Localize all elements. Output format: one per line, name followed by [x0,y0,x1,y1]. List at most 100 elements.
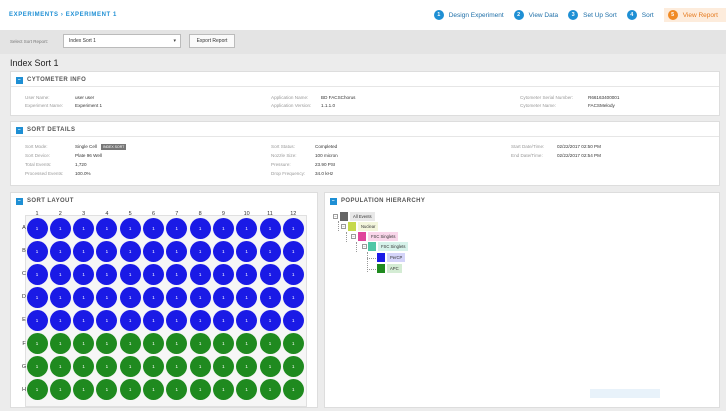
step-sort[interactable]: 4 Sort [626,8,662,22]
well-B2[interactable]: 1 [49,240,71,262]
tree-collapse-toggle[interactable]: − [362,244,367,249]
well-G1[interactable]: 1 [26,356,48,378]
well-H9[interactable]: 1 [212,379,234,401]
well-H12[interactable]: 1 [282,379,304,401]
well-B6[interactable]: 1 [143,240,164,262]
well-F8[interactable]: 1 [189,333,211,354]
well-B12[interactable]: 1 [282,240,304,262]
step-design-experiment[interactable]: 1 Design Experiment [433,8,512,22]
tree-node-all-events[interactable]: All Events [340,212,375,221]
well-A7[interactable]: 1 [166,217,188,239]
well-G2[interactable]: 1 [49,356,71,378]
collapse-icon[interactable]: − [16,197,23,205]
well-D5[interactable]: 1 [119,286,141,308]
well-A9[interactable]: 1 [212,217,234,239]
tree-node-nuclear[interactable]: Nuclear [348,222,379,231]
well-E5[interactable]: 1 [119,309,141,331]
well-G6[interactable]: 1 [143,356,164,378]
well-A5[interactable]: 1 [119,217,141,239]
tree-node-percp[interactable]: PerCP [377,253,406,262]
tree-collapse-toggle[interactable]: − [351,234,356,239]
sort-details-header[interactable]: − SORT DETAILS [16,125,75,135]
well-B10[interactable]: 1 [236,240,258,262]
well-A8[interactable]: 1 [189,217,211,239]
well-F2[interactable]: 1 [49,333,71,354]
well-D1[interactable]: 1 [26,286,48,308]
well-D7[interactable]: 1 [166,286,188,308]
tree-node-fsc-singlets-2[interactable]: FSC Singlets [368,242,409,251]
well-C4[interactable]: 1 [96,263,118,285]
well-D6[interactable]: 1 [143,286,164,308]
well-C1[interactable]: 1 [26,263,48,285]
collapse-icon[interactable]: − [16,76,23,84]
well-B5[interactable]: 1 [119,240,141,262]
step-set-up-sort[interactable]: 3 Set Up Sort [568,8,625,22]
well-C9[interactable]: 1 [212,263,234,285]
export-report-button[interactable]: Export Report [189,34,235,48]
well-G8[interactable]: 1 [189,356,211,378]
well-A2[interactable]: 1 [49,217,71,239]
well-F5[interactable]: 1 [119,333,141,354]
well-E10[interactable]: 1 [236,309,258,331]
well-B8[interactable]: 1 [189,240,211,262]
well-D8[interactable]: 1 [189,286,211,308]
population-hierarchy-header[interactable]: − POPULATION HIERARCHY [330,196,425,206]
well-A4[interactable]: 1 [96,217,118,239]
well-F12[interactable]: 1 [282,333,304,354]
well-F6[interactable]: 1 [143,333,164,354]
well-E8[interactable]: 1 [189,309,211,331]
well-C12[interactable]: 1 [282,263,304,285]
well-E11[interactable]: 1 [259,309,281,331]
well-D3[interactable]: 1 [73,286,95,308]
well-F3[interactable]: 1 [73,333,95,354]
collapse-icon[interactable]: − [16,126,23,134]
well-G9[interactable]: 1 [212,356,234,378]
well-A10[interactable]: 1 [236,217,258,239]
well-D11[interactable]: 1 [259,286,281,308]
well-B1[interactable]: 1 [26,240,48,262]
step-view-report[interactable]: 5 View Report [663,8,726,22]
well-C7[interactable]: 1 [166,263,188,285]
well-E1[interactable]: 1 [26,309,48,331]
well-A1[interactable]: 1 [26,217,48,239]
well-H1[interactable]: 1 [26,379,48,401]
well-C5[interactable]: 1 [119,263,141,285]
sort-layout-header[interactable]: − SORT LAYOUT [16,196,74,206]
well-D9[interactable]: 1 [212,286,234,308]
well-B7[interactable]: 1 [166,240,188,262]
well-D2[interactable]: 1 [49,286,71,308]
well-C10[interactable]: 1 [236,263,258,285]
well-D12[interactable]: 1 [282,286,304,308]
cytometer-info-header[interactable]: − CYTOMETER INFO [16,75,86,85]
well-G11[interactable]: 1 [259,356,281,378]
well-A12[interactable]: 1 [282,217,304,239]
well-B3[interactable]: 1 [73,240,95,262]
well-C11[interactable]: 1 [259,263,281,285]
well-H2[interactable]: 1 [49,379,71,401]
tree-node-fsc-singlets[interactable]: FSC Singlets [358,232,399,241]
well-E12[interactable]: 1 [282,309,304,331]
well-A11[interactable]: 1 [259,217,281,239]
well-E9[interactable]: 1 [212,309,234,331]
well-B9[interactable]: 1 [212,240,234,262]
well-C8[interactable]: 1 [189,263,211,285]
well-B4[interactable]: 1 [96,240,118,262]
well-F11[interactable]: 1 [259,333,281,354]
well-C2[interactable]: 1 [49,263,71,285]
well-D10[interactable]: 1 [236,286,258,308]
well-H11[interactable]: 1 [259,379,281,401]
collapse-icon[interactable]: − [330,197,337,205]
tree-collapse-toggle[interactable]: − [333,214,338,219]
well-B11[interactable]: 1 [259,240,281,262]
tree-collapse-toggle[interactable]: − [341,224,346,229]
well-E6[interactable]: 1 [143,309,164,331]
breadcrumb-experiments[interactable]: EXPERIMENTS [9,12,59,18]
well-G5[interactable]: 1 [119,356,141,378]
sort-report-select[interactable]: Index Sort 1 ▾ [63,34,181,48]
well-F9[interactable]: 1 [212,333,234,354]
well-F1[interactable]: 1 [26,333,48,354]
step-view-data[interactable]: 2 View Data [513,8,567,22]
tree-node-apc[interactable]: APC [377,264,402,273]
well-A6[interactable]: 1 [143,217,164,239]
well-C3[interactable]: 1 [73,263,95,285]
